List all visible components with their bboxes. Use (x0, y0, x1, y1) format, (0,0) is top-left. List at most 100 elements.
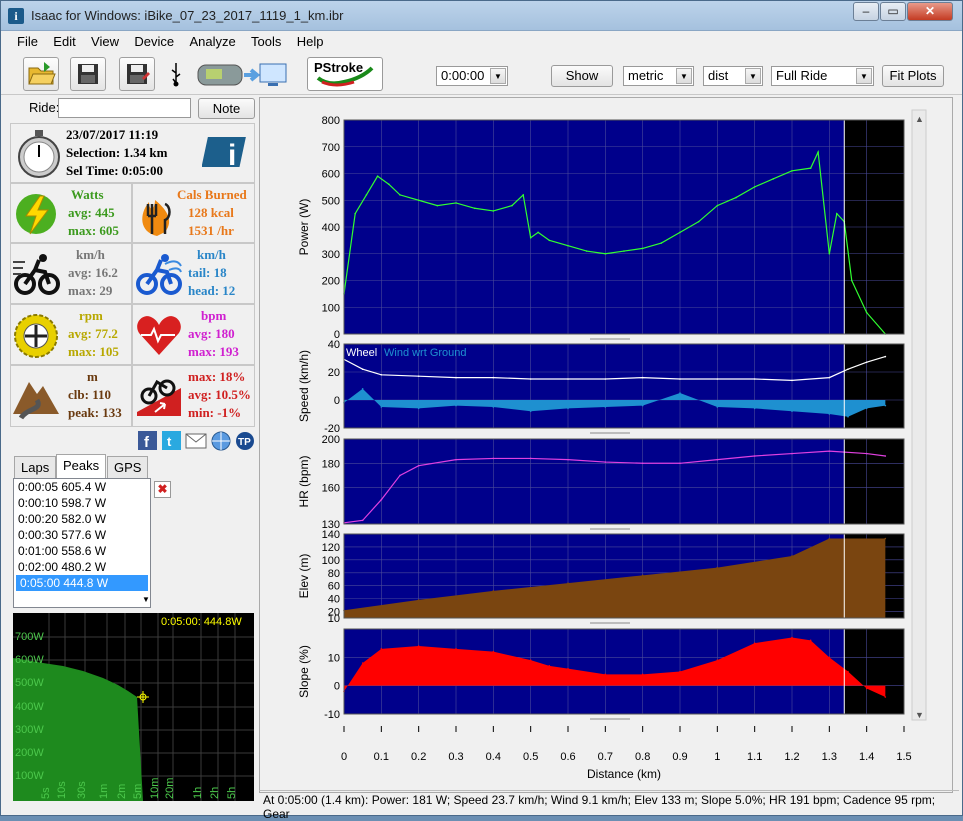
data-point (716, 406, 719, 408)
note-button[interactable]: Note (198, 98, 255, 119)
data-point (417, 199, 420, 202)
selection-time: Sel Time: 0:05:00 (66, 163, 164, 178)
heart-icon (137, 316, 181, 355)
list-item[interactable]: 0:00:05 605.4 W (14, 479, 150, 495)
x-tick-label: 0 (341, 751, 347, 763)
data-point (567, 244, 569, 247)
x-tick-label: 1 (714, 751, 720, 763)
data-point (529, 378, 532, 380)
y-tick-label: 20 (328, 367, 340, 379)
menu-view[interactable]: View (85, 31, 125, 49)
open-button[interactable] (23, 57, 59, 91)
units-select[interactable]: metric ▼ (623, 66, 694, 86)
ride-label: Ride: (29, 100, 60, 115)
menu-help[interactable]: Help (291, 31, 330, 49)
pstroke-button[interactable]: PStroke (307, 57, 383, 91)
chevron-down-icon: ▼ (856, 68, 872, 84)
show-button[interactable]: Show (551, 65, 613, 87)
peaks-list[interactable]: 0:00:05 605.4 W 0:00:10 598.7 W 0:00:20 … (13, 478, 151, 608)
y-tick-label: 10 (328, 652, 340, 664)
data-point (753, 407, 756, 410)
data-point (809, 167, 812, 169)
data-point (884, 404, 887, 407)
ride-name-input[interactable] (58, 98, 191, 118)
wind-head: head: 12 (188, 283, 236, 298)
time-select[interactable]: 0:00:00 ▼ (436, 66, 508, 86)
data-point (436, 204, 439, 207)
data-point (567, 378, 569, 380)
globe-icon[interactable] (211, 431, 231, 451)
scroll-down-icon[interactable]: ▼ (138, 593, 150, 607)
y-tick-label: 200 (322, 434, 340, 446)
tab-peaks[interactable]: Peaks (56, 454, 107, 478)
data-point (417, 645, 420, 647)
list-item-selected[interactable]: 0:05:00 444.8 W (16, 575, 148, 591)
range-select[interactable]: Full Ride ▼ (771, 66, 874, 86)
data-point (548, 665, 551, 667)
data-point (679, 378, 681, 380)
x-tick-label: 0.6 (560, 751, 575, 763)
data-point (492, 210, 495, 212)
peak-x-label: 30s (76, 781, 88, 799)
y-tick-label: 500 (322, 195, 340, 207)
data-point (511, 204, 513, 207)
list-item[interactable]: 0:01:00 558.6 W (14, 543, 150, 559)
plot-area: 0 100 200 300 400 500 600 700 800 Power (W) -20 0 20… (259, 97, 953, 793)
heart-rate-max: max: 193 (188, 344, 239, 359)
delete-peak-button[interactable]: ✖ (154, 481, 171, 498)
chainring-icon (14, 314, 58, 358)
usb-icon[interactable] (169, 63, 183, 87)
x-axis-select[interactable]: dist ▼ (703, 66, 763, 86)
menu-device[interactable]: Device (128, 31, 180, 49)
unselected-region (844, 344, 904, 428)
data-point (847, 416, 849, 418)
elevation-climb: clb: 110 (68, 387, 111, 402)
heart-rate-stat: bpm avg: 180 max: 193 (132, 304, 255, 365)
plot-panel: -10 0 10 Slope (%) (297, 628, 905, 721)
save-as-button[interactable] (119, 57, 155, 91)
twitter-icon[interactable]: t (162, 431, 181, 450)
facebook-icon[interactable]: f (138, 431, 157, 451)
menu-bar: File Edit View Device Analyze Tools Help (1, 31, 962, 53)
vertical-scrollbar[interactable]: ▲▼ (911, 109, 927, 721)
data-point (417, 407, 420, 410)
menu-file[interactable]: File (11, 31, 44, 49)
ride-plots: 0100200300400500600700800Power (W)-20020… (297, 109, 927, 781)
tab-laps[interactable]: Laps (14, 456, 57, 478)
y-tick-label: 40 (328, 594, 340, 606)
email-icon[interactable] (185, 433, 207, 449)
legend-entry: Wind wrt Ground (384, 347, 467, 359)
save-button[interactable] (70, 57, 106, 91)
watts-stat: Watts avg: 445 max: 605 (10, 183, 132, 243)
peak-chart-header: 0:05:00: 444.8W (161, 616, 242, 628)
peak-x-label: 10m (149, 778, 161, 799)
pstroke-label: PStroke (314, 60, 364, 75)
maximize-button[interactable]: ▭ (880, 2, 906, 21)
tab-gps[interactable]: GPS (107, 456, 149, 478)
menu-tools[interactable]: Tools (245, 31, 287, 49)
range-select-value: Full Ride (776, 68, 828, 83)
data-point (753, 455, 756, 457)
data-point (361, 388, 364, 390)
app-window: i Isaac for Windows: iBike_07_23_2017_11… (0, 0, 963, 821)
peak-y-label: 300W (15, 724, 44, 736)
plot-panel: -2002040Speed (km/h) Wheel Wind wrt Ground (297, 339, 905, 435)
list-item[interactable]: 0:00:10 598.7 W (14, 495, 150, 511)
device-sync-button[interactable] (196, 59, 292, 91)
data-point (361, 368, 364, 371)
data-point (884, 455, 887, 457)
menu-edit[interactable]: Edit (47, 31, 81, 49)
data-point (791, 636, 793, 639)
data-point (865, 407, 868, 410)
data-point (492, 376, 495, 379)
list-item[interactable]: 0:00:20 582.0 W (14, 511, 150, 527)
list-item[interactable]: 0:00:30 577.6 W (14, 527, 150, 543)
elevation-peak: peak: 133 (68, 405, 122, 420)
trainingpeaks-icon[interactable]: TP (236, 432, 254, 450)
minimize-button[interactable]: – (853, 2, 879, 21)
close-button[interactable]: ✕ (907, 2, 953, 21)
scroll-up-icon: ▲ (915, 114, 924, 124)
menu-analyze[interactable]: Analyze (183, 31, 241, 49)
list-item[interactable]: 0:02:00 480.2 W (14, 559, 150, 575)
fit-plots-button[interactable]: Fit Plots (882, 65, 944, 87)
